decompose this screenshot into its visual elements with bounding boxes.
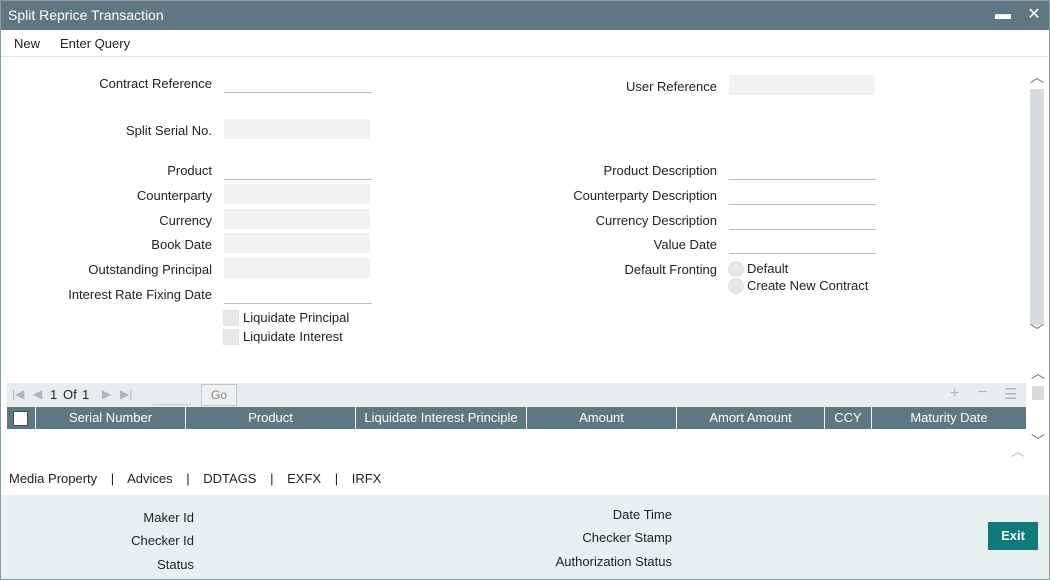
tab-separator: | [110,471,115,486]
currency-label: Currency [159,213,212,228]
current-page: 1 [50,387,58,402]
default-radio-label: Default [747,261,789,276]
product-label: Product [167,163,212,178]
close-icon[interactable]: ✕ [1024,4,1044,26]
product-description-input[interactable] [729,160,876,180]
default-radio[interactable] [728,261,744,277]
create-new-contract-radio-label: Create New Contract [747,278,869,293]
scroll-up-icon[interactable]: ︿ [1029,67,1045,87]
menu-bar: New Enter Query [1,30,1049,57]
counterparty-description-input[interactable] [729,185,876,205]
title-bar: Split Reprice Transaction ▬ ✕ [1,1,1049,30]
interest-rate-fixing-date-input[interactable] [224,284,372,304]
delete-row-icon[interactable]: − [978,384,987,402]
authorization-status-label: Authorization Status [555,554,672,569]
go-button[interactable]: Go [201,384,237,406]
grid-scroll-down-icon[interactable]: ﹀ [1030,431,1046,451]
col-amount[interactable]: Amount [527,407,677,429]
prev-page-icon[interactable]: ◀ [33,387,42,401]
date-time-label: Date Time [612,507,672,522]
user-reference-input[interactable] [729,75,875,95]
book-date-input[interactable] [224,233,370,253]
counterparty-input[interactable] [224,184,370,204]
value-date-input[interactable] [729,234,876,254]
page-number-input[interactable] [153,386,191,405]
checker-id-label: Checker Id [131,533,194,548]
tab-exfx[interactable]: EXFX [287,471,321,486]
tab-separator: | [186,471,190,486]
add-row-icon[interactable]: + [950,385,959,403]
product-input[interactable] [224,160,372,180]
scrollbar-thumb[interactable] [1030,89,1044,325]
grid-scrollbar[interactable]: ︿ ﹀ [1028,359,1048,455]
contract-reference-label: Contract Reference [99,76,212,91]
list-view-icon[interactable]: ☰ [1004,385,1017,403]
select-all-cell [7,407,36,429]
of-label: Of [63,387,77,402]
first-page-icon[interactable]: |◀ [12,387,24,401]
liquidate-interest-label: Liquidate Interest [243,329,343,344]
last-page-icon[interactable]: ▶| [120,387,132,401]
col-product[interactable]: Product [186,407,356,429]
window: Split Reprice Transaction ▬ ✕ New Enter … [0,0,1050,580]
counterparty-label: Counterparty [136,188,212,203]
tab-advices[interactable]: Advices [127,471,173,486]
outstanding-principal-input[interactable] [224,258,370,278]
maker-id-label: Maker Id [143,510,194,525]
split-serial-no-input[interactable] [224,119,370,139]
sub-tabs: Media Property | Advices | DDTAGS | EXFX… [9,471,381,486]
col-liquidate-interest-principle[interactable]: Liquidate Interest Principle [356,407,527,429]
liquidate-principal-checkbox[interactable] [223,310,239,326]
book-date-label: Book Date [151,237,212,252]
grid-header: Serial Number Product Liquidate Interest… [7,407,1026,429]
status-label: Status [157,557,194,572]
col-ccy[interactable]: CCY [825,407,872,429]
exit-button[interactable]: Exit [988,522,1038,550]
col-serial-number[interactable]: Serial Number [36,407,186,429]
contract-reference-input[interactable] [224,73,372,93]
currency-description-label: Currency Description [595,213,717,228]
counterparty-description-label: Counterparty Description [573,188,717,203]
tab-separator: | [270,471,274,486]
tab-irfx[interactable]: IRFX [352,471,382,486]
new-menu-item[interactable]: New [14,36,40,51]
enter-query-menu-item[interactable]: Enter Query [60,36,130,51]
interest-rate-fixing-date-label: Interest Rate Fixing Date [68,287,212,302]
default-fronting-label: Default Fronting [624,262,718,277]
user-reference-label: User Reference [625,79,717,94]
grid-scrollbar-thumb[interactable] [1032,386,1044,400]
create-new-contract-radio[interactable] [728,278,744,294]
window-title: Split Reprice Transaction [8,7,164,23]
value-date-label: Value Date [653,237,717,252]
next-page-icon[interactable]: ▶ [102,387,111,401]
col-amort-amount[interactable]: Amort Amount [677,407,825,429]
grid-collapse-icon[interactable]: ︿ [1010,441,1026,461]
checker-stamp-label: Checker Stamp [582,530,672,545]
total-pages: 1 [82,387,90,402]
currency-description-input[interactable] [729,210,876,230]
minimize-icon[interactable]: ▬ [993,4,1013,26]
product-description-label: Product Description [603,163,717,178]
select-all-checkbox[interactable] [13,411,28,426]
col-maturity-date[interactable]: Maturity Date [872,407,1026,429]
form-scrollbar[interactable]: ︿ ﹀ [1028,67,1048,343]
grid-scroll-up-icon[interactable]: ︿ [1030,363,1046,383]
currency-input[interactable] [224,209,370,229]
liquidate-principal-label: Liquidate Principal [243,310,350,325]
tab-separator: | [334,471,339,486]
liquidate-interest-checkbox[interactable] [223,329,239,345]
audit-footer: Maker Id Checker Id Status Date Time Che… [1,495,1049,579]
tab-media-property[interactable]: Media Property [9,471,97,486]
tab-ddtags[interactable]: DDTAGS [203,471,256,486]
grid-toolbar: |◀ ◀ 1 Of 1 ▶ ▶| Go + − ☰ [7,383,1026,407]
scroll-down-icon[interactable]: ﹀ [1029,321,1045,341]
split-serial-no-label: Split Serial No. [126,123,212,138]
outstanding-principal-label: Outstanding Principal [88,262,212,277]
